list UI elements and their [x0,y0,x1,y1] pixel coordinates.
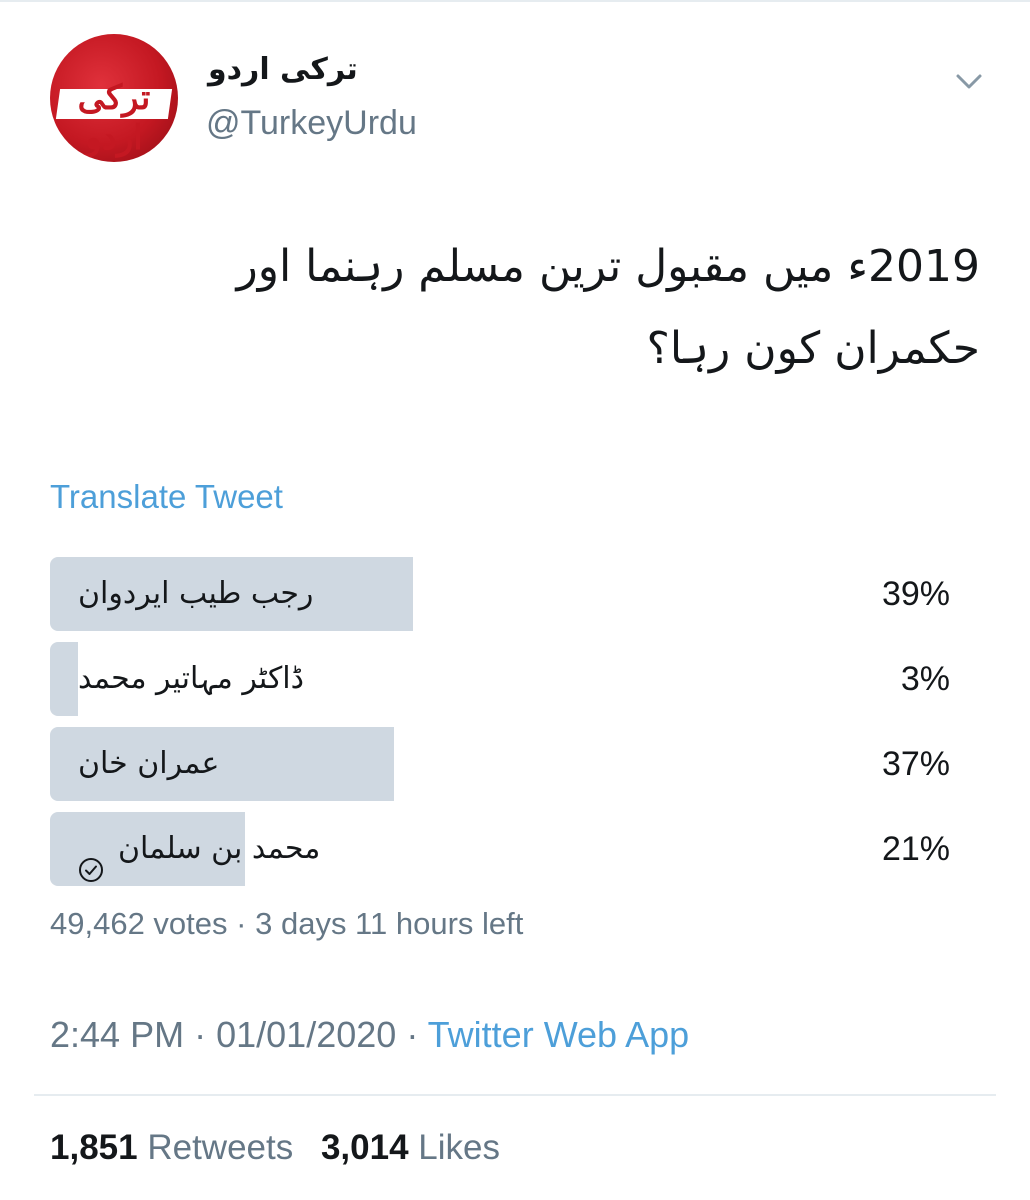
display-name[interactable]: ترکی اردو [208,52,358,87]
poll-option-percent: 3% [900,660,950,698]
separator: · [194,1014,207,1055]
poll-bar [50,642,78,716]
poll-option-percent: 39% [881,575,950,613]
tweet-time[interactable]: 2:44 PM [50,1014,184,1055]
poll-option-percent: 37% [881,745,950,783]
divider [34,1094,996,1096]
tweet-stats: 1,851 Retweets 3,014 Likes [50,1128,500,1168]
poll-votes: 49,462 votes [50,906,228,941]
poll-option-3[interactable]: عمران خان 37% [50,727,950,801]
tweet-source-link[interactable]: Twitter Web App [428,1014,689,1055]
separator: · [236,906,247,941]
likes-stat[interactable]: 3,014 Likes [321,1128,500,1167]
avatar-logo-text: ترکی اردو [77,78,151,158]
tweet-text-line: حکمران کون رہا؟ [646,323,980,374]
poll-option-4[interactable]: محمد بن سلمان 21% [50,812,950,886]
poll-option-label: عمران خان [78,746,220,781]
separator: · [406,1014,419,1055]
poll-time-left: 3 days 11 hours left [255,906,524,941]
tweet-timestamp: 2:44 PM · 01/01/2020 · Twitter Web App [50,1014,689,1056]
retweets-count: 1,851 [50,1128,138,1167]
poll-option-label: محمد بن سلمان [78,812,320,886]
poll-option-label: رجب طیب ایردوان [78,576,314,611]
chevron-down-icon[interactable] [954,68,984,94]
poll-option-percent: 21% [881,830,950,868]
user-handle[interactable]: @TurkeyUrdu [206,104,417,143]
top-divider [0,0,1030,2]
tweet-date[interactable]: 01/01/2020 [216,1014,396,1055]
tweet-text-line: 2019ء میں مقبول ترین مسلم رہنما اور [236,241,980,292]
likes-count: 3,014 [320,1128,409,1167]
poll-meta: 49,462 votes · 3 days 11 hours left [50,906,523,942]
poll-option-label: ڈاکٹر مہاتیر محمد [78,661,304,696]
check-circle-icon [78,837,104,882]
poll-option-label-text: محمد بن سلمان [118,831,321,866]
likes-label: Likes [418,1128,501,1167]
retweets-label: Retweets [147,1128,294,1167]
tweet-text: 2019ء میں مقبول ترین مسلم رہنما اور حکمر… [150,226,980,390]
poll-option-1[interactable]: رجب طیب ایردوان 39% [50,557,950,631]
translate-tweet-link[interactable]: Translate Tweet [50,478,283,516]
retweets-stat[interactable]: 1,851 Retweets [50,1128,293,1167]
poll-option-2[interactable]: ڈاکٹر مہاتیر محمد 3% [50,642,950,716]
avatar[interactable]: ترکی اردو [50,34,178,162]
